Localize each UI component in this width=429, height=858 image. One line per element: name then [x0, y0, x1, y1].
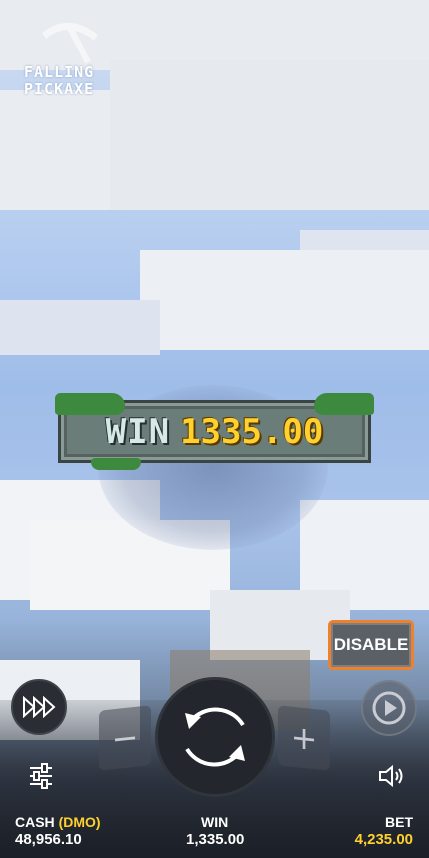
- status-bar: CASH (DMO) 48,956.10 WIN 1,335.00 BET 4,…: [0, 812, 429, 858]
- bet-label: BET: [385, 814, 413, 830]
- spin-arrows-icon: [185, 707, 245, 767]
- logo-line-1: FALLING: [24, 63, 95, 81]
- turbo-button[interactable]: [11, 679, 67, 735]
- win-value: 1,335.00: [186, 831, 245, 848]
- cloud: [110, 60, 429, 210]
- cloud: [0, 300, 160, 355]
- autoplay-button[interactable]: [361, 680, 417, 736]
- fast-forward-icon: [23, 696, 56, 718]
- autoplay-icon: [372, 691, 406, 725]
- cash-mode-badge: (DMO): [58, 814, 101, 830]
- cash-label: CASH (DMO): [15, 814, 101, 830]
- cash-label-text: CASH: [15, 814, 55, 830]
- cash-value: 48,956.10: [15, 831, 82, 848]
- win-banner-amount: 1335.00: [180, 411, 324, 452]
- minus-label: −: [111, 717, 139, 759]
- bet-value: 4,235.00: [354, 831, 413, 848]
- spin-button[interactable]: [155, 677, 275, 797]
- cloud: [140, 250, 429, 350]
- sliders-icon[interactable]: [28, 763, 54, 789]
- vine-decoration: [55, 393, 125, 415]
- disable-button[interactable]: DISABLE: [328, 620, 414, 670]
- game-logo: FALLING PICKAXE: [24, 64, 114, 98]
- vine-decoration: [91, 458, 141, 470]
- increase-bet-button[interactable]: +: [278, 705, 330, 771]
- vine-decoration: [314, 393, 374, 415]
- decrease-bet-button[interactable]: −: [99, 705, 151, 771]
- win-banner: WIN 1335.00: [55, 393, 374, 470]
- win-label: WIN: [201, 814, 229, 830]
- win-banner-label: WIN: [105, 411, 171, 452]
- logo-line-2: PICKAXE: [24, 80, 95, 98]
- plus-label: +: [290, 717, 318, 759]
- speaker-icon[interactable]: [378, 764, 406, 788]
